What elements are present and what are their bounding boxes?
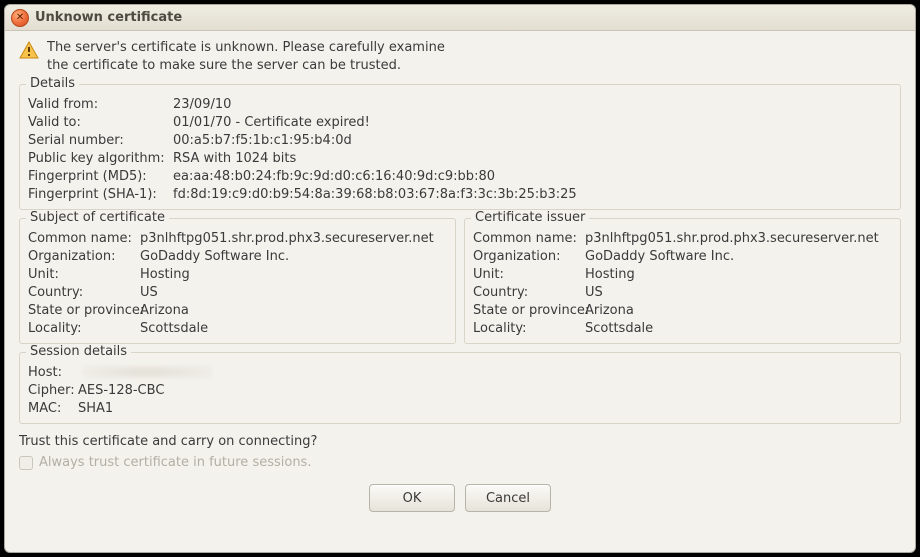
- valid-to-label: Valid to:: [28, 115, 173, 130]
- valid-from-value: 23/09/10: [173, 97, 231, 112]
- subject-state-label: State or province:: [28, 303, 140, 318]
- valid-from-label: Valid from:: [28, 97, 173, 112]
- close-icon: ✕: [16, 12, 24, 23]
- mac-value: SHA1: [78, 401, 113, 416]
- issuer-state-label: State or province:: [473, 303, 585, 318]
- subject-country-value: US: [140, 285, 158, 300]
- md5-value: ea:aa:48:b0:24:fb:9c:9d:d0:c6:16:40:9d:c…: [173, 169, 495, 184]
- issuer-unit-value: Hosting: [585, 267, 635, 282]
- always-trust-checkbox[interactable]: [19, 456, 33, 470]
- titlebar[interactable]: ✕ Unknown certificate: [5, 5, 915, 31]
- issuer-group: Certificate issuer Common name:p3nlhftpg…: [464, 218, 901, 344]
- subject-locality-label: Locality:: [28, 321, 140, 336]
- subject-unit-value: Hosting: [140, 267, 190, 282]
- valid-to-value: 01/01/70 - Certificate expired!: [173, 115, 370, 130]
- cipher-value: AES-128-CBC: [78, 383, 164, 398]
- ok-button[interactable]: OK: [369, 484, 455, 512]
- subject-org-label: Organization:: [28, 249, 140, 264]
- sha1-value: fd:8d:19:c9:d0:b9:54:8a:39:68:b8:03:67:8…: [173, 187, 577, 202]
- issuer-unit-label: Unit:: [473, 267, 585, 282]
- subject-org-value: GoDaddy Software Inc.: [140, 249, 289, 264]
- host-redacted: [82, 365, 212, 379]
- trust-question: Trust this certificate and carry on conn…: [19, 434, 901, 449]
- window-title: Unknown certificate: [35, 10, 182, 25]
- subject-cn-label: Common name:: [28, 231, 140, 246]
- dialog-window: ✕ Unknown certificate The server's certi…: [4, 4, 916, 553]
- issuer-org-label: Organization:: [473, 249, 585, 264]
- subject-group: Subject of certificate Common name:p3nlh…: [19, 218, 456, 344]
- subject-state-value: Arizona: [140, 303, 189, 318]
- serial-value: 00:a5:b7:f5:1b:c1:95:b4:0d: [173, 133, 352, 148]
- dialog-content: The server's certificate is unknown. Ple…: [5, 31, 915, 552]
- pubkey-value: RSA with 1024 bits: [173, 151, 296, 166]
- details-group: Details Valid from:23/09/10 Valid to:01/…: [19, 84, 901, 210]
- issuer-country-value: US: [585, 285, 603, 300]
- subject-unit-label: Unit:: [28, 267, 140, 282]
- serial-label: Serial number:: [28, 133, 173, 148]
- always-trust-label: Always trust certificate in future sessi…: [39, 455, 311, 470]
- warning-line-2: the certificate to make sure the server …: [47, 57, 445, 75]
- always-trust-row: Always trust certificate in future sessi…: [19, 455, 901, 470]
- sha1-label: Fingerprint (SHA-1):: [28, 187, 173, 202]
- warning-message: The server's certificate is unknown. Ple…: [47, 39, 445, 74]
- issuer-locality-value: Scottsdale: [585, 321, 653, 336]
- issuer-cn-value: p3nlhftpg051.shr.prod.phx3.secureserver.…: [585, 231, 879, 246]
- subject-locality-value: Scottsdale: [140, 321, 208, 336]
- cancel-button-label: Cancel: [486, 491, 530, 506]
- warning-line-1: The server's certificate is unknown. Ple…: [47, 39, 445, 57]
- subject-legend: Subject of certificate: [26, 210, 169, 225]
- issuer-country-label: Country:: [473, 285, 585, 300]
- issuer-legend: Certificate issuer: [471, 210, 589, 225]
- warning-row: The server's certificate is unknown. Ple…: [19, 39, 901, 74]
- button-row: OK Cancel: [19, 484, 901, 512]
- md5-label: Fingerprint (MD5):: [28, 169, 173, 184]
- mac-label: MAC:: [28, 401, 78, 416]
- subject-country-label: Country:: [28, 285, 140, 300]
- session-legend: Session details: [26, 344, 131, 359]
- warning-icon: [19, 41, 39, 59]
- issuer-cn-label: Common name:: [473, 231, 585, 246]
- issuer-locality-label: Locality:: [473, 321, 585, 336]
- subject-issuer-row: Subject of certificate Common name:p3nlh…: [19, 218, 901, 344]
- host-value: [78, 365, 212, 380]
- session-group: Session details Host: Cipher:AES-128-CBC…: [19, 352, 901, 424]
- issuer-org-value: GoDaddy Software Inc.: [585, 249, 734, 264]
- details-legend: Details: [26, 76, 79, 91]
- cancel-button[interactable]: Cancel: [465, 484, 551, 512]
- host-label: Host:: [28, 365, 78, 380]
- close-button[interactable]: ✕: [11, 9, 29, 27]
- ok-button-label: OK: [403, 491, 422, 506]
- issuer-state-value: Arizona: [585, 303, 634, 318]
- subject-cn-value: p3nlhftpg051.shr.prod.phx3.secureserver.…: [140, 231, 434, 246]
- pubkey-label: Public key algorithm:: [28, 151, 173, 166]
- cipher-label: Cipher:: [28, 383, 78, 398]
